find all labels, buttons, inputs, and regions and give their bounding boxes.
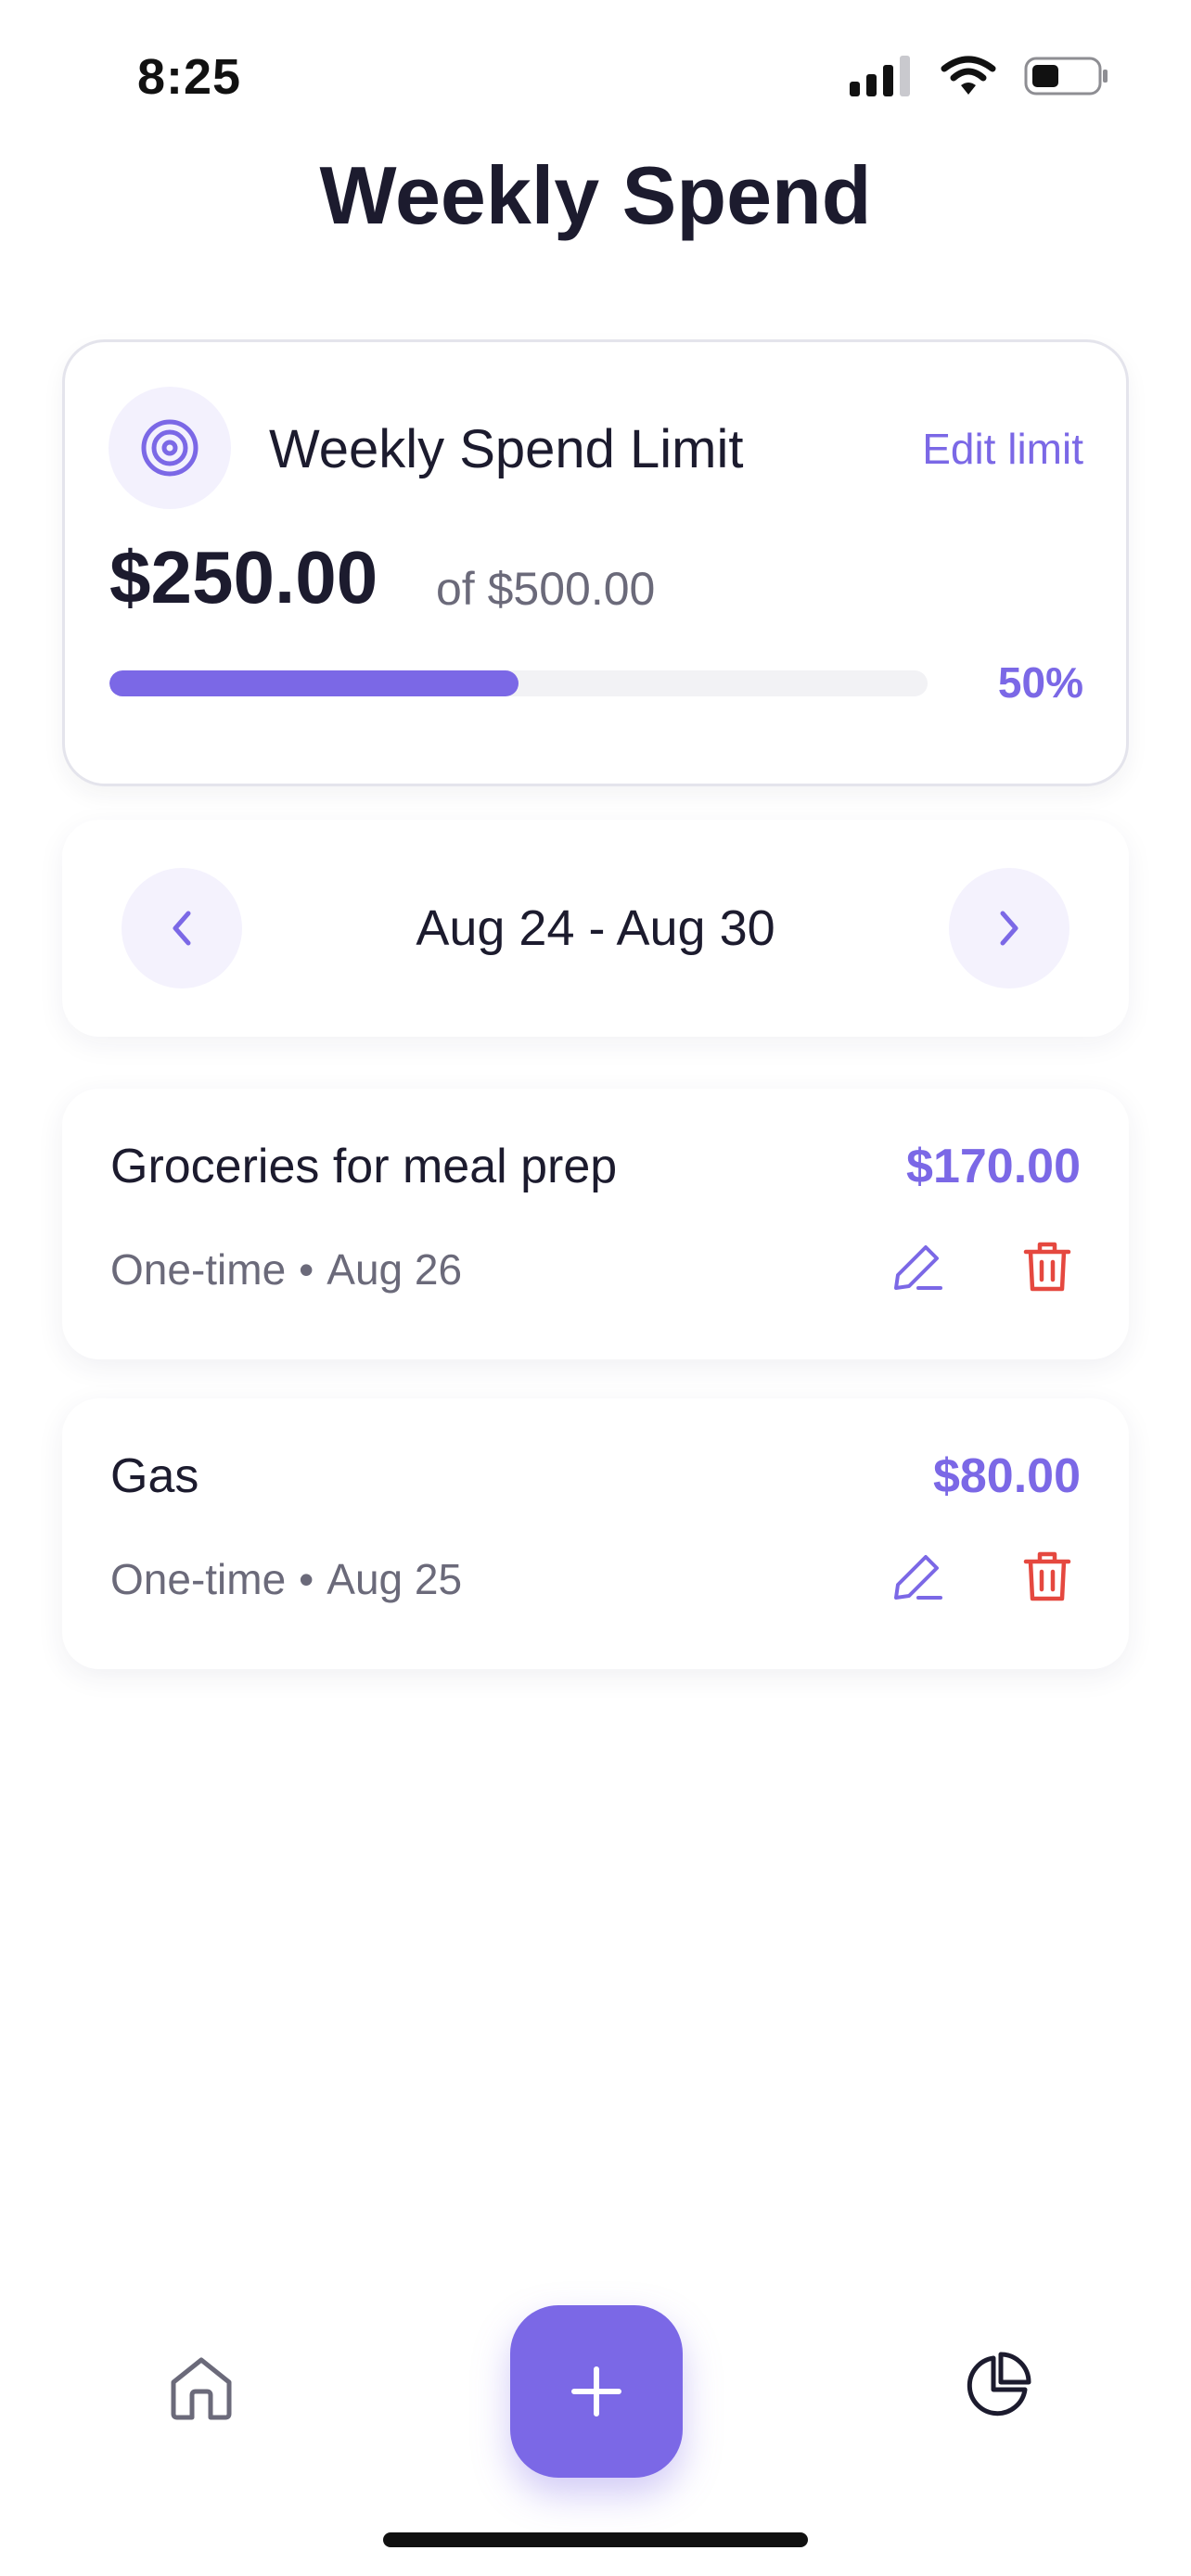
progress-bar — [109, 670, 928, 696]
target-icon — [141, 419, 198, 477]
weekly-spend-screen: 8:25 Weekly Spend Weekly Spend Limit Edi… — [0, 0, 1191, 2576]
cellular-signal-icon — [850, 56, 910, 96]
next-week-button[interactable] — [949, 868, 1069, 988]
expense-meta: One-time • Aug 26 — [110, 1244, 462, 1294]
pencil-icon — [894, 1555, 942, 1600]
expense-name: Gas — [110, 1449, 199, 1503]
page-title: Weekly Spend — [319, 149, 872, 241]
expense-date: Aug 25 — [327, 1555, 463, 1603]
progress-fill — [109, 670, 519, 696]
plus-icon — [571, 2366, 621, 2417]
wifi-icon — [941, 56, 996, 95]
pie-chart-icon — [967, 2352, 1031, 2417]
expense-date: Aug 26 — [327, 1245, 463, 1294]
home-tab[interactable] — [160, 2346, 243, 2429]
expense-name: Groceries for meal prep — [110, 1140, 618, 1193]
trash-icon — [1023, 1551, 1071, 1601]
edit-expense-button[interactable] — [880, 1230, 954, 1304]
home-icon — [171, 2357, 232, 2420]
progress-percent: 50% — [997, 658, 1083, 707]
expense-item[interactable]: Gas $80.00 One-time • Aug 25 — [62, 1398, 1129, 1669]
status-time: 8:25 — [137, 49, 242, 105]
expense-meta: One-time • Aug 25 — [110, 1554, 462, 1604]
pencil-icon — [894, 1245, 942, 1290]
home-indicator — [383, 2532, 808, 2547]
meta-separator: • — [299, 1245, 314, 1294]
statistics-tab[interactable] — [950, 2340, 1043, 2433]
expense-item[interactable]: Groceries for meal prep $170.00 One-time… — [62, 1089, 1129, 1359]
edit-limit-link[interactable]: Edit limit — [922, 424, 1083, 474]
expense-amount: $170.00 — [906, 1140, 1081, 1193]
spend-limit-card: Weekly Spend Limit Edit limit $250.00 of… — [62, 339, 1129, 786]
expense-amount: $80.00 — [932, 1449, 1081, 1503]
expense-type: One-time — [110, 1555, 287, 1603]
expense-type: One-time — [110, 1245, 287, 1294]
delete-expense-button[interactable] — [1010, 1230, 1084, 1304]
trash-icon — [1023, 1242, 1071, 1292]
add-expense-button[interactable] — [510, 2305, 683, 2478]
week-navigator: Aug 24 - Aug 30 — [62, 820, 1129, 1037]
limit-title: Weekly Spend Limit — [269, 419, 744, 479]
target-icon-badge — [109, 387, 231, 509]
meta-separator: • — [299, 1555, 314, 1603]
delete-expense-button[interactable] — [1010, 1539, 1084, 1613]
limit-total: of $500.00 — [436, 563, 656, 615]
edit-expense-button[interactable] — [880, 1539, 954, 1613]
status-icons — [850, 56, 1109, 96]
status-bar: 8:25 — [0, 0, 1191, 158]
chevron-right-icon — [1000, 911, 1018, 946]
spent-amount: $250.00 — [109, 536, 378, 618]
battery-icon — [1024, 57, 1108, 96]
